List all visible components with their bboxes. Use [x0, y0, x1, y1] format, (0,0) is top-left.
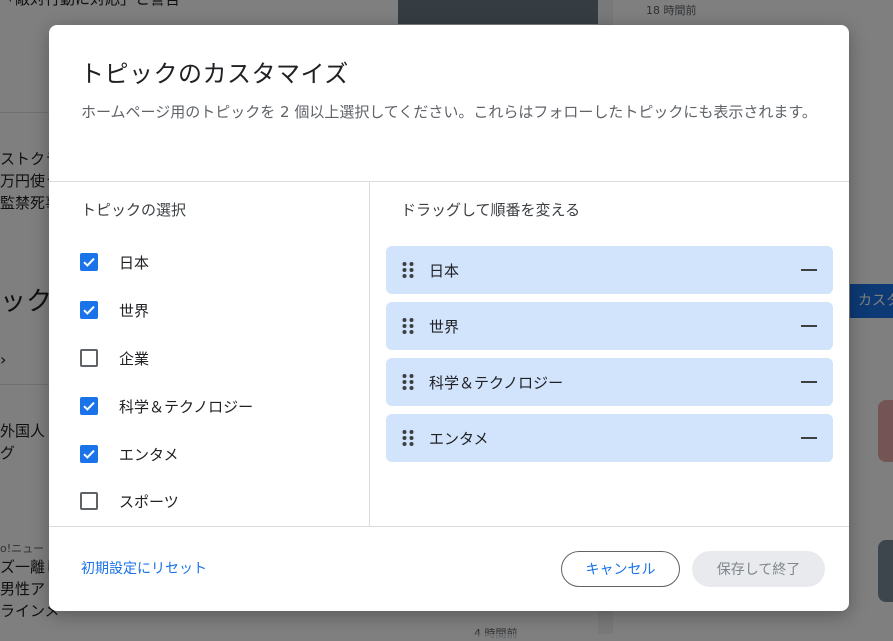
checkbox-label: スポーツ	[119, 492, 179, 511]
divider	[49, 526, 849, 527]
topic-checkbox-japan[interactable]: 日本	[80, 250, 149, 274]
topic-checkbox-science-tech[interactable]: 科学＆テクノロジー	[80, 394, 253, 418]
order-item-japan[interactable]: 日本	[386, 246, 833, 294]
checkmark-icon	[83, 305, 95, 315]
save-and-exit-button[interactable]: 保存して終了	[692, 551, 825, 587]
drag-handle-icon[interactable]	[401, 261, 415, 279]
divider	[49, 181, 849, 182]
checkmark-icon	[83, 401, 95, 411]
remove-icon[interactable]	[795, 368, 823, 396]
cancel-button[interactable]: キャンセル	[561, 551, 680, 587]
checkbox-label: 企業	[119, 349, 150, 368]
checkmark-icon	[83, 449, 95, 459]
reset-to-default-link[interactable]: 初期設定にリセット	[81, 558, 207, 578]
drag-handle-icon[interactable]	[401, 317, 415, 335]
topic-selection-heading: トピックの選択	[81, 201, 187, 219]
remove-icon[interactable]	[795, 424, 823, 452]
checkbox-label: 科学＆テクノロジー	[119, 397, 254, 416]
checkbox[interactable]	[80, 301, 98, 319]
topic-checkbox-sports[interactable]: スポーツ	[80, 489, 179, 513]
drag-handle-icon[interactable]	[401, 373, 415, 391]
customize-topics-dialog: トピックのカスタマイズ ホームページ用のトピックを 2 個以上選択してください。…	[49, 25, 849, 611]
topic-checkbox-world[interactable]: 世界	[80, 298, 149, 322]
remove-icon[interactable]	[795, 312, 823, 340]
reorder-heading: ドラッグして順番を変える	[401, 201, 581, 219]
checkmark-icon	[83, 257, 95, 267]
checkbox[interactable]	[80, 397, 98, 415]
checkbox-label: エンタメ	[119, 445, 179, 464]
order-item-label: 科学＆テクノロジー	[429, 373, 564, 392]
dialog-description: ホームページ用のトピックを 2 個以上選択してください。これらはフォローしたトピ…	[81, 103, 817, 121]
checkbox[interactable]	[80, 445, 98, 463]
checkbox[interactable]	[80, 253, 98, 271]
remove-icon[interactable]	[795, 256, 823, 284]
topic-checkbox-business[interactable]: 企業	[80, 346, 149, 370]
divider	[369, 182, 370, 526]
order-item-label: エンタメ	[429, 429, 489, 448]
checkbox[interactable]	[80, 349, 98, 367]
order-item-entertainment[interactable]: エンタメ	[386, 414, 833, 462]
order-item-label: 日本	[429, 261, 460, 280]
drag-handle-icon[interactable]	[401, 429, 415, 447]
topic-checkbox-entertainment[interactable]: エンタメ	[80, 442, 179, 466]
checkbox-label: 日本	[119, 253, 150, 272]
order-item-label: 世界	[429, 317, 460, 336]
order-item-science-tech[interactable]: 科学＆テクノロジー	[386, 358, 833, 406]
checkbox-label: 世界	[119, 301, 150, 320]
order-item-world[interactable]: 世界	[386, 302, 833, 350]
checkbox[interactable]	[80, 492, 98, 510]
dialog-title: トピックのカスタマイズ	[80, 60, 349, 88]
